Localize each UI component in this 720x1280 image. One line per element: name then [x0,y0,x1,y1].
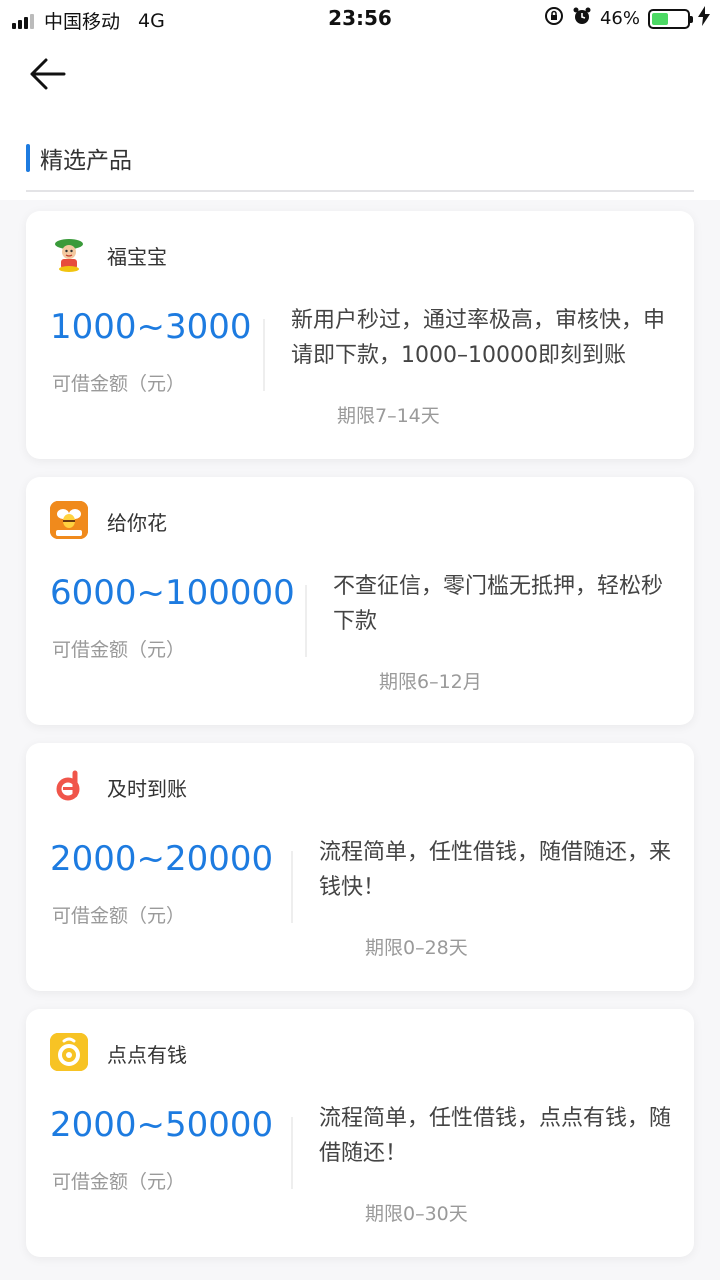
card-divider [305,585,307,657]
loan-amount-label: 可借金额（元） [52,373,186,395]
loan-amount: 6000~100000 [50,573,295,613]
status-right: 46% [536,6,710,31]
card-divider [291,851,293,923]
product-card[interactable]: 福宝宝 1000~3000 可借金额（元） 新用户秒过，通过率极高，审核快，申请… [26,211,694,459]
product-card[interactable]: 点点有钱 2000~50000 可借金额（元） 流程简单，任性借钱，点点有钱，随… [26,1009,694,1257]
loan-amount: 2000~20000 [50,839,274,879]
coin-icon [50,1033,88,1071]
bee-icon [50,501,88,539]
back-button[interactable] [26,52,70,96]
rotation-lock-icon [544,6,564,31]
charging-icon [698,6,710,31]
product-card[interactable]: 给你花 6000~100000 可借金额（元） 不查征信，零门槛无抵押，轻松秒下… [26,477,694,725]
loan-term: 期限7–14天 [337,405,440,427]
d-letter-icon [50,767,88,805]
product-name: 给你花 [107,511,167,535]
product-name: 福宝宝 [107,245,167,269]
product-card[interactable]: 及时到账 2000~20000 可借金额（元） 流程简单，任性借钱，随借随还，来… [26,743,694,991]
loan-amount: 2000~50000 [50,1105,274,1145]
section-accent-bar [26,144,30,172]
battery-fill [652,12,668,25]
loan-term: 期限6–12月 [379,671,482,693]
back-arrow-icon [30,58,66,90]
card-divider [263,319,265,391]
status-bar: 中国移动 4G 23:56 46% [0,0,720,36]
loan-term: 期限0–30天 [365,1203,468,1225]
product-description: 新用户秒过，通过率极高，审核快，申请即下款，1000–10000即刻到账 [291,308,666,368]
product-description: 不查征信，零门槛无抵押，轻松秒下款 [333,574,664,634]
loan-amount-label: 可借金额（元） [52,1171,186,1193]
loan-amount-label: 可借金额（元） [52,905,186,927]
battery-percent: 46% [599,8,640,29]
battery-icon [648,8,693,29]
product-description: 流程简单，任性借钱，点点有钱，随借随还！ [319,1106,672,1166]
section-header: 精选产品 [0,116,720,200]
loan-amount-label: 可借金额（元） [52,639,186,661]
loan-term: 期限0–28天 [365,937,468,959]
nav-bar [0,36,720,116]
section-divider [26,190,694,192]
section-title: 精选产品 [40,148,132,174]
mascot-icon [50,235,88,273]
card-divider [291,1117,293,1189]
loan-amount: 1000~3000 [50,307,252,347]
product-name: 点点有钱 [107,1043,187,1067]
alarm-icon [572,6,592,31]
product-description: 流程简单，任性借钱，随借随还，来钱快！ [319,840,672,900]
product-name: 及时到账 [107,777,187,801]
